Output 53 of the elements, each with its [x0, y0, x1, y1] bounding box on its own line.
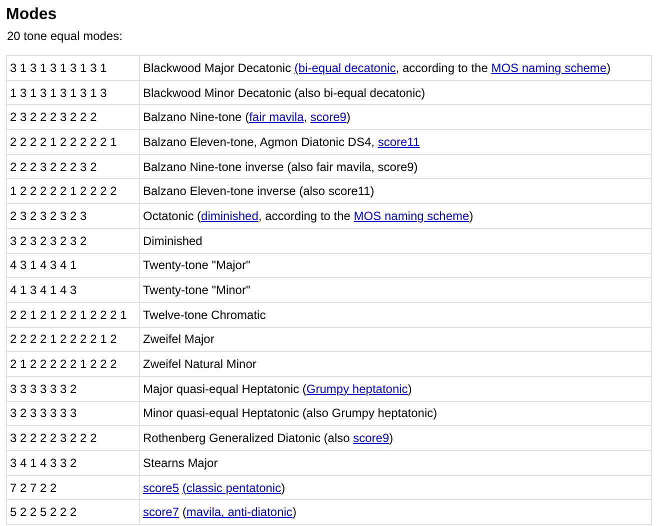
table-cell: Zweifel Major — [140, 327, 652, 352]
table-cell: 4 3 1 4 3 4 1 — [6, 253, 140, 278]
link[interactable]: score11 — [378, 134, 420, 149]
table-cell: Twelve-tone Chromatic — [140, 302, 652, 328]
table-cell: Balzano Nine-tone (fair mavila, score9) — [140, 104, 652, 130]
table-cell: 3 2 3 2 3 2 3 2 — [6, 228, 140, 253]
link[interactable]: (bi-equal decatonic — [294, 60, 396, 75]
table-cell: 3 2 3 3 3 3 3 — [6, 401, 140, 426]
table-cell: 5 2 2 5 2 2 2 — [6, 500, 140, 525]
table-cell: Blackwood Major Decatonic (bi-equal decatonic, according to the MOS naming scheme) — [140, 56, 652, 80]
table-cell: Balzano Eleven-tone inverse (also score11) — [140, 178, 652, 204]
table-cell: 4 1 3 4 1 4 3 — [6, 278, 140, 302]
link[interactable]: diminished — [201, 208, 258, 223]
table-cell: Stearns Major — [140, 450, 652, 476]
table-cell: Twenty-tone "Minor" — [140, 278, 652, 302]
table-cell: 2 2 2 2 1 2 2 2 2 1 2 — [6, 327, 140, 352]
table-cell: 2 2 2 3 2 2 2 3 2 — [6, 154, 140, 179]
table-cell: Twenty-tone "Major" — [140, 253, 652, 278]
link[interactable]: mavila, anti-diatonic — [186, 505, 292, 520]
table-cell: Minor quasi-equal Heptatonic (also Grumpy heptatonic) — [140, 401, 652, 426]
table-cell: Balzano Eleven-tone, Agmon Diatonic DS4, score11 — [140, 130, 652, 154]
table-cell: 3 3 3 3 3 3 2 — [6, 376, 140, 402]
link[interactable]: score5 — [143, 480, 180, 495]
link[interactable]: MOS naming scheme — [354, 208, 470, 223]
table-cell: 1 2 2 2 2 2 1 2 2 2 2 — [6, 178, 140, 204]
link[interactable]: score9 — [353, 431, 390, 446]
link[interactable]: score9 — [310, 110, 346, 124]
link[interactable]: (classic pentatonic — [182, 480, 282, 495]
table-cell: 2 1 2 2 2 2 2 1 2 2 2 — [6, 352, 140, 376]
table-cell: Blackwood Minor Decatonic (also bi-equal decatonic) — [140, 80, 652, 105]
link[interactable]: fair mavila — [249, 110, 304, 124]
table-cell: score5 (classic pentatonic) — [140, 475, 652, 500]
table-cell: 3 2 2 2 2 3 2 2 2 — [6, 426, 140, 450]
table-cell: 3 1 3 1 3 1 3 1 3 1 — [6, 56, 140, 80]
table-cell: Major quasi-equal Heptatonic (Grumpy heptatonic) — [140, 376, 652, 402]
table-cell: 2 2 1 2 1 2 2 1 2 2 2 1 — [6, 302, 140, 328]
table-cell: Balzano Nine-tone inverse (also fair mavila, score9) — [140, 154, 652, 179]
table-cell: 1 3 1 3 1 3 1 3 1 3 — [6, 80, 140, 105]
table-cell: 2 3 2 3 2 3 2 3 — [6, 204, 140, 228]
table-cell: Rothenberg Generalized Diatonic (also score9) — [140, 426, 652, 450]
table-cell: 3 4 1 4 3 3 2 — [6, 450, 140, 476]
intro-text: 20 tone equal modes: — [7, 29, 122, 43]
table-cell: score7 (mavila, anti-diatonic) — [140, 500, 652, 525]
link[interactable]: score7 — [143, 505, 180, 520]
table-cell: 2 3 2 2 2 3 2 2 2 — [6, 104, 140, 130]
link[interactable]: MOS naming scheme — [491, 60, 607, 75]
table-cell: 2 2 2 2 1 2 2 2 2 2 1 — [6, 130, 140, 154]
table-cell: Octatonic (diminished, according to the MOS naming scheme) — [140, 204, 652, 228]
table-cell: 7 2 7 2 2 — [6, 475, 140, 500]
table-cell: Zweifel Natural Minor — [140, 352, 652, 376]
table-cell: Diminished — [140, 228, 652, 253]
section-heading: Modes — [6, 5, 57, 25]
link[interactable]: Grumpy heptatonic — [306, 382, 408, 396]
